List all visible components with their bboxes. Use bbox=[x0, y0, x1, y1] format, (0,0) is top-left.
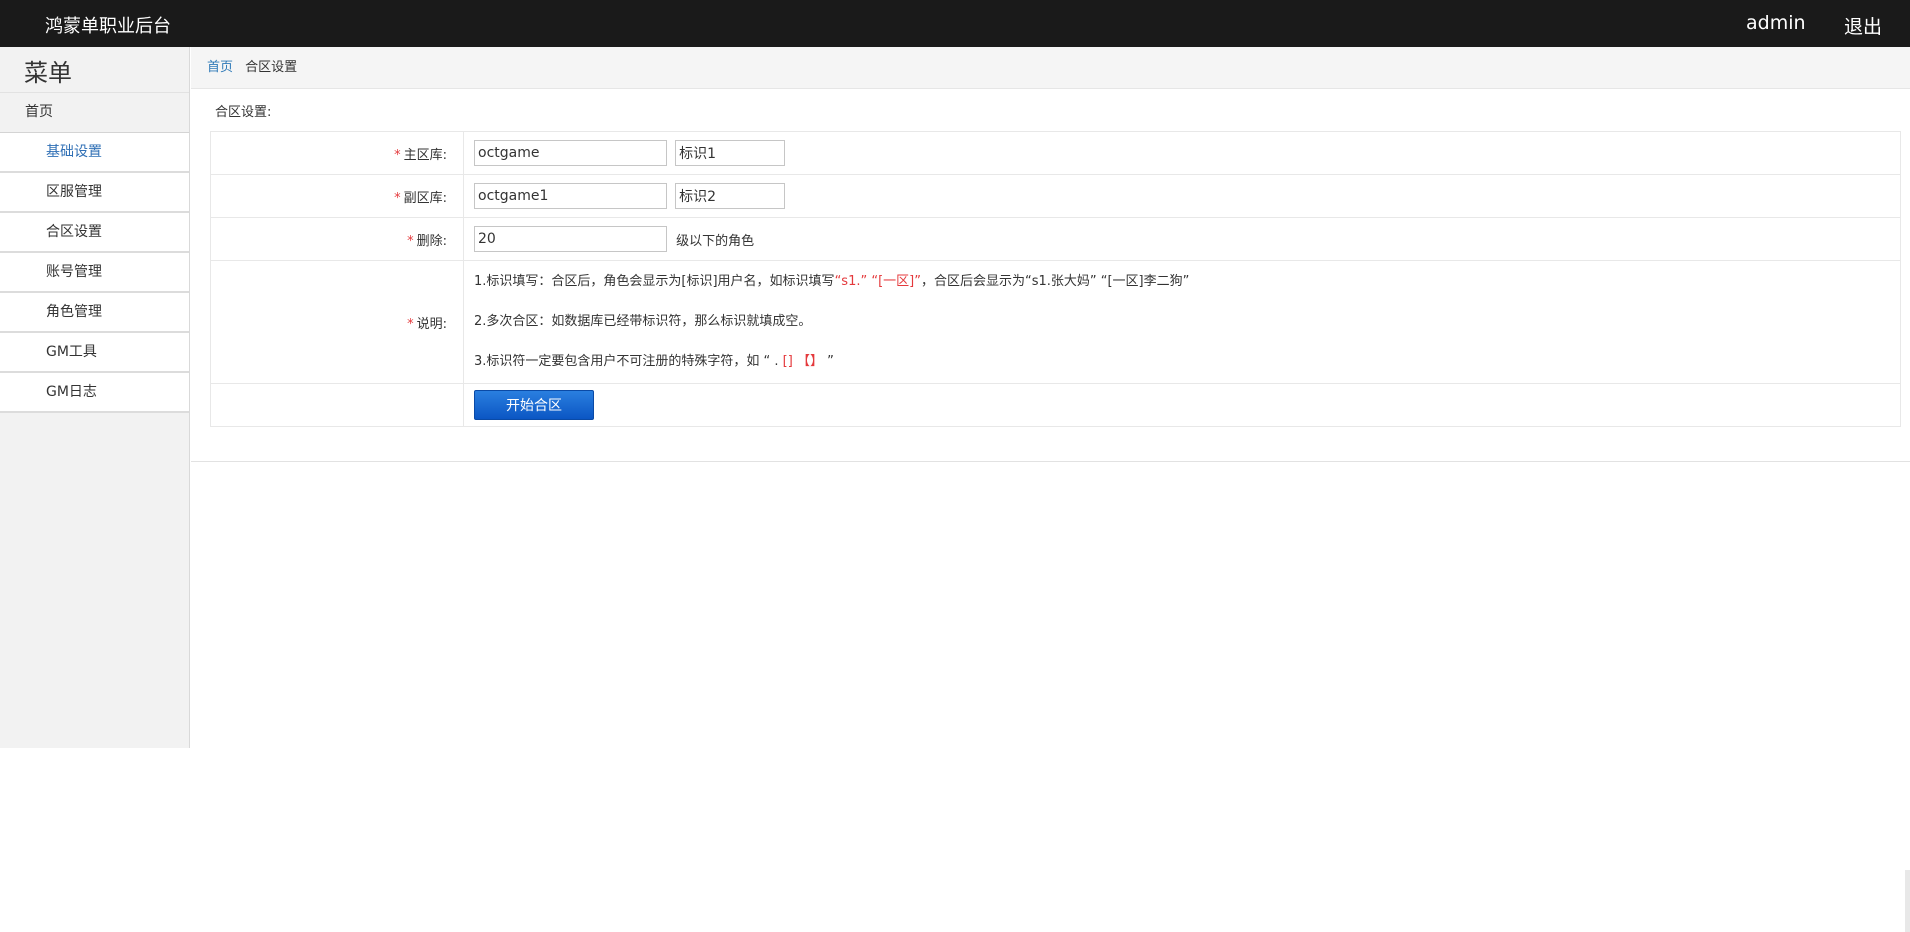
description-text: ” bbox=[822, 354, 834, 369]
sub-db-label-cell: * 副区库: bbox=[210, 174, 464, 218]
merge-form: *主区库: *副区库: *删除: 级以下的角色 bbox=[210, 131, 1901, 427]
delete-label-cell: * 删除: bbox=[210, 217, 464, 261]
current-user[interactable]: admin bbox=[1746, 12, 1806, 34]
app-title: 鸿蒙单职业后台 bbox=[45, 16, 171, 37]
delete-field-cell: 级以下的角色 bbox=[463, 217, 1901, 261]
main-db-input[interactable] bbox=[474, 140, 667, 166]
sub-db-row: * 副区库: bbox=[210, 174, 1901, 218]
sub-db-tag-input[interactable] bbox=[675, 183, 786, 209]
scrollbar-edge[interactable] bbox=[1905, 870, 1910, 932]
description-special-chars: [] 【】 bbox=[778, 354, 823, 369]
section-title: 合区设置: bbox=[215, 105, 272, 120]
sidebar-item-account-management[interactable]: 账号管理 bbox=[0, 253, 189, 293]
sidebar-item-merge-settings[interactable]: 合区设置 bbox=[0, 213, 189, 253]
required-mark: * bbox=[394, 147, 401, 163]
start-merge-button[interactable]: 开始合区 bbox=[474, 390, 594, 420]
required-mark: * bbox=[407, 233, 414, 249]
description-text: 1.标识填写：合区后，角色会显示为[标识]用户名，如标识填写 bbox=[474, 274, 835, 289]
main-db-field-cell bbox=[463, 131, 1901, 175]
sidebar-item-gm-tools[interactable]: GM工具 bbox=[0, 333, 189, 373]
main-db-tag-input[interactable] bbox=[675, 140, 786, 166]
submit-cell: 开始合区 bbox=[463, 383, 1901, 427]
required-mark: * bbox=[394, 190, 401, 206]
sidebar-item-role-management[interactable]: 角色管理 bbox=[0, 293, 189, 333]
description-example: “s1.” “[一区]” bbox=[834, 274, 921, 289]
sub-db-input[interactable] bbox=[474, 183, 667, 209]
main-db-row: * 主区库: bbox=[210, 131, 1901, 175]
required-mark: * bbox=[407, 316, 414, 332]
sidebar-item-server-management[interactable]: 区服管理 bbox=[0, 173, 189, 213]
breadcrumb-current: 合区设置 bbox=[245, 60, 298, 75]
description-row: * 说明: 1.标识填写：合区后，角色会显示为[标识]用户名，如标识填写“s1.”… bbox=[210, 260, 1901, 384]
content-divider bbox=[191, 461, 1910, 462]
main-db-label: 主区库: bbox=[403, 147, 447, 163]
breadcrumb-home-link[interactable]: 首页 bbox=[207, 60, 233, 75]
sidebar: 菜单 首页 基础设置 区服管理 合区设置 账号管理 角色管理 GM工具 GM日志 bbox=[0, 47, 190, 748]
sidebar-item-basic-settings[interactable]: 基础设置 bbox=[0, 133, 189, 173]
description-text: ，合区后会显示为“s1.张大妈” “[一区]李二狗” bbox=[920, 274, 1190, 289]
description-label-cell: * 说明: bbox=[210, 260, 464, 384]
description-text: 3.标识符一定要包含用户不可注册的特殊字符，如 “ . bbox=[474, 354, 779, 369]
description-line-3: 3.标识符一定要包含用户不可注册的特殊字符，如 “ . [] 【】 ” bbox=[474, 352, 1900, 372]
breadcrumb: 首页 合区设置 bbox=[191, 47, 1910, 89]
top-bar: 鸿蒙单职业后台 admin 退出 bbox=[0, 0, 1910, 47]
submit-label-cell bbox=[210, 383, 464, 427]
logout-link[interactable]: 退出 bbox=[1844, 12, 1882, 39]
sidebar-item-gm-log[interactable]: GM日志 bbox=[0, 373, 189, 413]
sidebar-item-home[interactable]: 首页 bbox=[0, 93, 189, 133]
menu-title: 菜单 bbox=[0, 47, 189, 93]
delete-suffix: 级以下的角色 bbox=[676, 233, 755, 249]
delete-label: 删除: bbox=[416, 233, 447, 249]
sub-db-field-cell bbox=[463, 174, 1901, 218]
main-db-label-cell: * 主区库: bbox=[210, 131, 464, 175]
description-label: 说明: bbox=[416, 316, 447, 332]
description-line-2: 2.多次合区：如数据库已经带标识符，那么标识就填成空。 bbox=[474, 314, 812, 329]
main-content: 首页 合区设置 合区设置: *主区库: *副区库: *删除: bbox=[191, 47, 1910, 462]
delete-level-input[interactable] bbox=[474, 226, 667, 252]
description-cell: 1.标识填写：合区后，角色会显示为[标识]用户名，如标识填写“s1.” “[一区… bbox=[463, 260, 1901, 384]
description-line-1: 1.标识填写：合区后，角色会显示为[标识]用户名，如标识填写“s1.” “[一区… bbox=[474, 272, 1900, 292]
sub-db-label: 副区库: bbox=[403, 190, 447, 206]
delete-row: *删除: 级以下的角色 bbox=[210, 217, 1901, 261]
submit-row: 开始合区 bbox=[210, 383, 1901, 427]
